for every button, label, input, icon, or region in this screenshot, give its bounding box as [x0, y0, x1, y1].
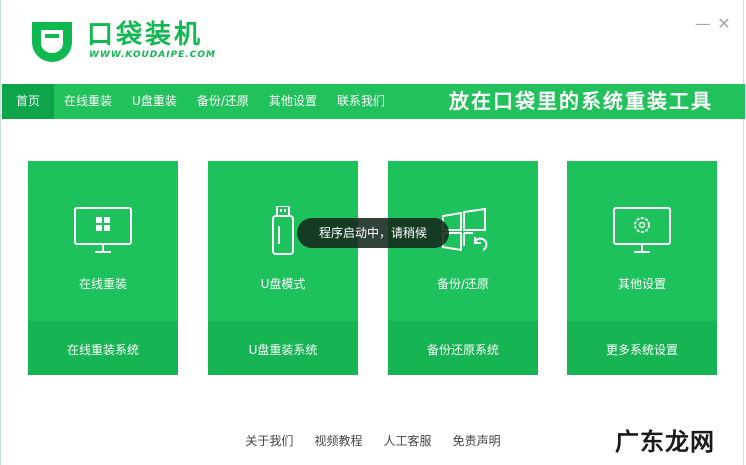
close-button[interactable]: ✕ [714, 14, 734, 34]
card-footer-backup-restore-system[interactable]: 备份还原系统 [388, 321, 538, 375]
app-website: WWW.KOUDAIPE.COM [89, 50, 216, 60]
card-backup-restore[interactable]: 备份/还原 备份还原系统 [388, 161, 538, 375]
footer-link-disclaimer[interactable]: 免责声明 [453, 432, 501, 449]
monitor-gear-icon [613, 207, 671, 253]
watermark: 广东龙网 [615, 428, 715, 456]
nav-item-home[interactable]: 首页 [2, 84, 55, 119]
monitor-windows-icon [74, 207, 132, 253]
loading-toast: 程序启动中，请稍候 [297, 218, 449, 248]
nav-item-backup-restore[interactable]: 备份/还原 [187, 84, 259, 119]
card-usb-mode[interactable]: U盘模式 U盘重装系统 [208, 161, 358, 375]
app-title: 口袋装机 [87, 20, 204, 50]
nav-bar: 首页 在线重装 U盘重装 备份/还原 其他设置 联系我们 放在口袋里的系统重装工… [2, 84, 745, 119]
nav-item-online-reinstall[interactable]: 在线重装 [54, 84, 122, 119]
card-title: U盘模式 [260, 277, 306, 291]
minimize-button[interactable]: — [693, 14, 713, 34]
card-footer-online-reinstall-system[interactable]: 在线重装系统 [28, 321, 178, 375]
footer-link-customer-service[interactable]: 人工客服 [384, 432, 432, 449]
slogan: 放在口袋里的系统重装工具 [449, 89, 713, 113]
card-title: 在线重装 [78, 277, 127, 291]
card-title: 其他设置 [617, 277, 666, 291]
footer-link-video-tutorial[interactable]: 视频教程 [314, 432, 362, 449]
app-window: 口袋装机 WWW.KOUDAIPE.COM — ✕ 首页 在线重装 U盘重装 备… [0, 0, 745, 465]
footer-link-about-us[interactable]: 关于我们 [245, 432, 293, 449]
card-footer-usb-reinstall-system[interactable]: U盘重装系统 [208, 321, 358, 375]
nav-item-usb-reinstall[interactable]: U盘重装 [122, 84, 187, 119]
nav-item-other-settings[interactable]: 其他设置 [259, 84, 327, 119]
card-online-reinstall[interactable]: 在线重装 在线重装系统 [28, 161, 178, 375]
card-footer-more-system-settings[interactable]: 更多系统设置 [567, 321, 717, 375]
nav-item-contact-us[interactable]: 联系我们 [327, 84, 395, 119]
pocket-logo-icon [32, 22, 72, 62]
card-other-settings[interactable]: 其他设置 更多系统设置 [567, 161, 717, 375]
card-title: 备份/还原 [436, 277, 490, 291]
